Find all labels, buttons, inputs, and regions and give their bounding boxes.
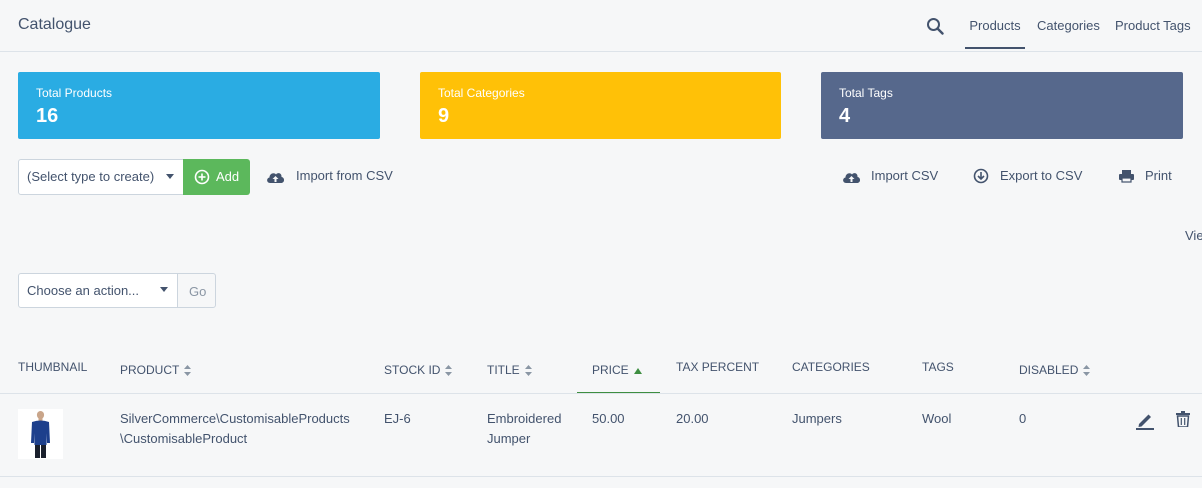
cell-tags: Wool — [922, 411, 952, 426]
create-type-select[interactable]: (Select type to create) — [18, 159, 184, 195]
stat-total-tags: Total Tags 4 — [821, 72, 1183, 139]
sort-icon — [1083, 365, 1091, 377]
column-header-label: Price — [592, 363, 629, 377]
column-header-tags: Tags — [922, 360, 954, 374]
printer-icon — [1119, 170, 1134, 183]
column-header-label: Product — [120, 363, 180, 377]
column-header-label: Stock ID — [384, 363, 441, 377]
cell-product-line: SilverCommerce\CustomisableProducts — [120, 411, 350, 426]
product-thumbnail[interactable] — [18, 409, 63, 459]
chevron-down-icon — [166, 174, 174, 179]
import-from-csv-label: Import from CSV — [296, 168, 393, 183]
cloud-upload-icon — [267, 173, 285, 183]
print-label: Print — [1145, 168, 1172, 183]
cell-product-line: \CustomisableProduct — [120, 431, 248, 446]
stat-label: Total Products — [36, 86, 113, 100]
trash-icon[interactable] — [1176, 411, 1190, 427]
plus-circle-icon — [194, 169, 210, 185]
stat-value: 16 — [36, 105, 59, 127]
page-header: Catalogue Products Categories Product Ta… — [0, 0, 1202, 52]
stat-value: 9 — [438, 105, 450, 127]
column-header-thumbnail: Thumbnail — [18, 360, 88, 374]
jumper-image — [18, 409, 63, 459]
chevron-down-icon — [160, 287, 168, 292]
export-csv-link[interactable]: Export to CSV — [973, 168, 1088, 186]
column-header-disabled[interactable]: Disabled — [1019, 363, 1091, 377]
add-button[interactable]: Add — [183, 159, 250, 195]
stat-total-categories: Total Categories 9 — [420, 72, 781, 139]
page-title: Catalogue — [18, 16, 91, 33]
stat-value: 4 — [839, 105, 851, 127]
cell-product: SilverCommerce\CustomisableProducts \Cus… — [120, 409, 350, 449]
column-header-price[interactable]: Price — [592, 363, 642, 377]
cell-tax-percent: 20.00 — [676, 411, 709, 426]
go-button-label: Go — [189, 284, 207, 299]
column-header-label: Title — [487, 363, 520, 377]
search-icon[interactable] — [926, 17, 944, 35]
import-csv-link[interactable]: Import CSV — [841, 168, 946, 186]
add-button-label: Add — [216, 169, 240, 184]
cell-categories: Jumpers — [792, 411, 842, 426]
cell-disabled: 0 — [1019, 411, 1027, 426]
tab-product-tags[interactable]: Product Tags — [1115, 18, 1191, 33]
cell-stock-id: EJ-6 — [384, 411, 411, 426]
go-button[interactable]: Go — [177, 273, 216, 308]
stat-total-products: Total Products 16 — [18, 72, 380, 139]
sort-icon — [524, 365, 532, 377]
column-header-label: Disabled — [1019, 363, 1079, 377]
bulk-action-select-value: Choose an action... — [27, 283, 140, 298]
tab-products[interactable]: Products — [965, 18, 1025, 49]
column-header-tax-percent: Tax Percent — [676, 360, 760, 374]
bulk-action-select[interactable]: Choose an action... — [18, 273, 178, 308]
cloud-upload-icon — [843, 173, 861, 183]
column-header-categories: Categories — [792, 360, 870, 374]
stat-label: Total Tags — [839, 86, 893, 100]
cell-price: 50.00 — [592, 411, 625, 426]
download-circle-icon — [973, 168, 989, 184]
cell-title: Embroidered Jumper — [487, 409, 561, 449]
column-header-stock-id[interactable]: Stock ID — [384, 363, 453, 377]
cell-title-line: Embroidered — [487, 411, 562, 426]
create-type-select-value: (Select type to create) — [27, 169, 155, 184]
cell-title-line: Jumper — [487, 431, 531, 446]
import-from-csv-link[interactable]: Import from CSV — [265, 168, 405, 186]
sort-icon — [445, 365, 453, 377]
sort-asc-icon — [633, 367, 642, 374]
tab-categories[interactable]: Categories — [1037, 18, 1100, 33]
stat-label: Total Categories — [438, 86, 525, 100]
table-row-divider — [0, 476, 1202, 477]
sort-icon — [184, 365, 192, 377]
column-header-product[interactable]: Product — [120, 363, 192, 377]
column-header-title[interactable]: Title — [487, 363, 532, 377]
pencil-icon[interactable] — [1136, 411, 1154, 430]
export-csv-label: Export to CSV — [1000, 168, 1083, 183]
print-link[interactable]: Print — [1118, 168, 1176, 186]
import-csv-label: Import CSV — [871, 168, 939, 183]
view-toggle-link[interactable]: Vie — [1185, 228, 1202, 243]
